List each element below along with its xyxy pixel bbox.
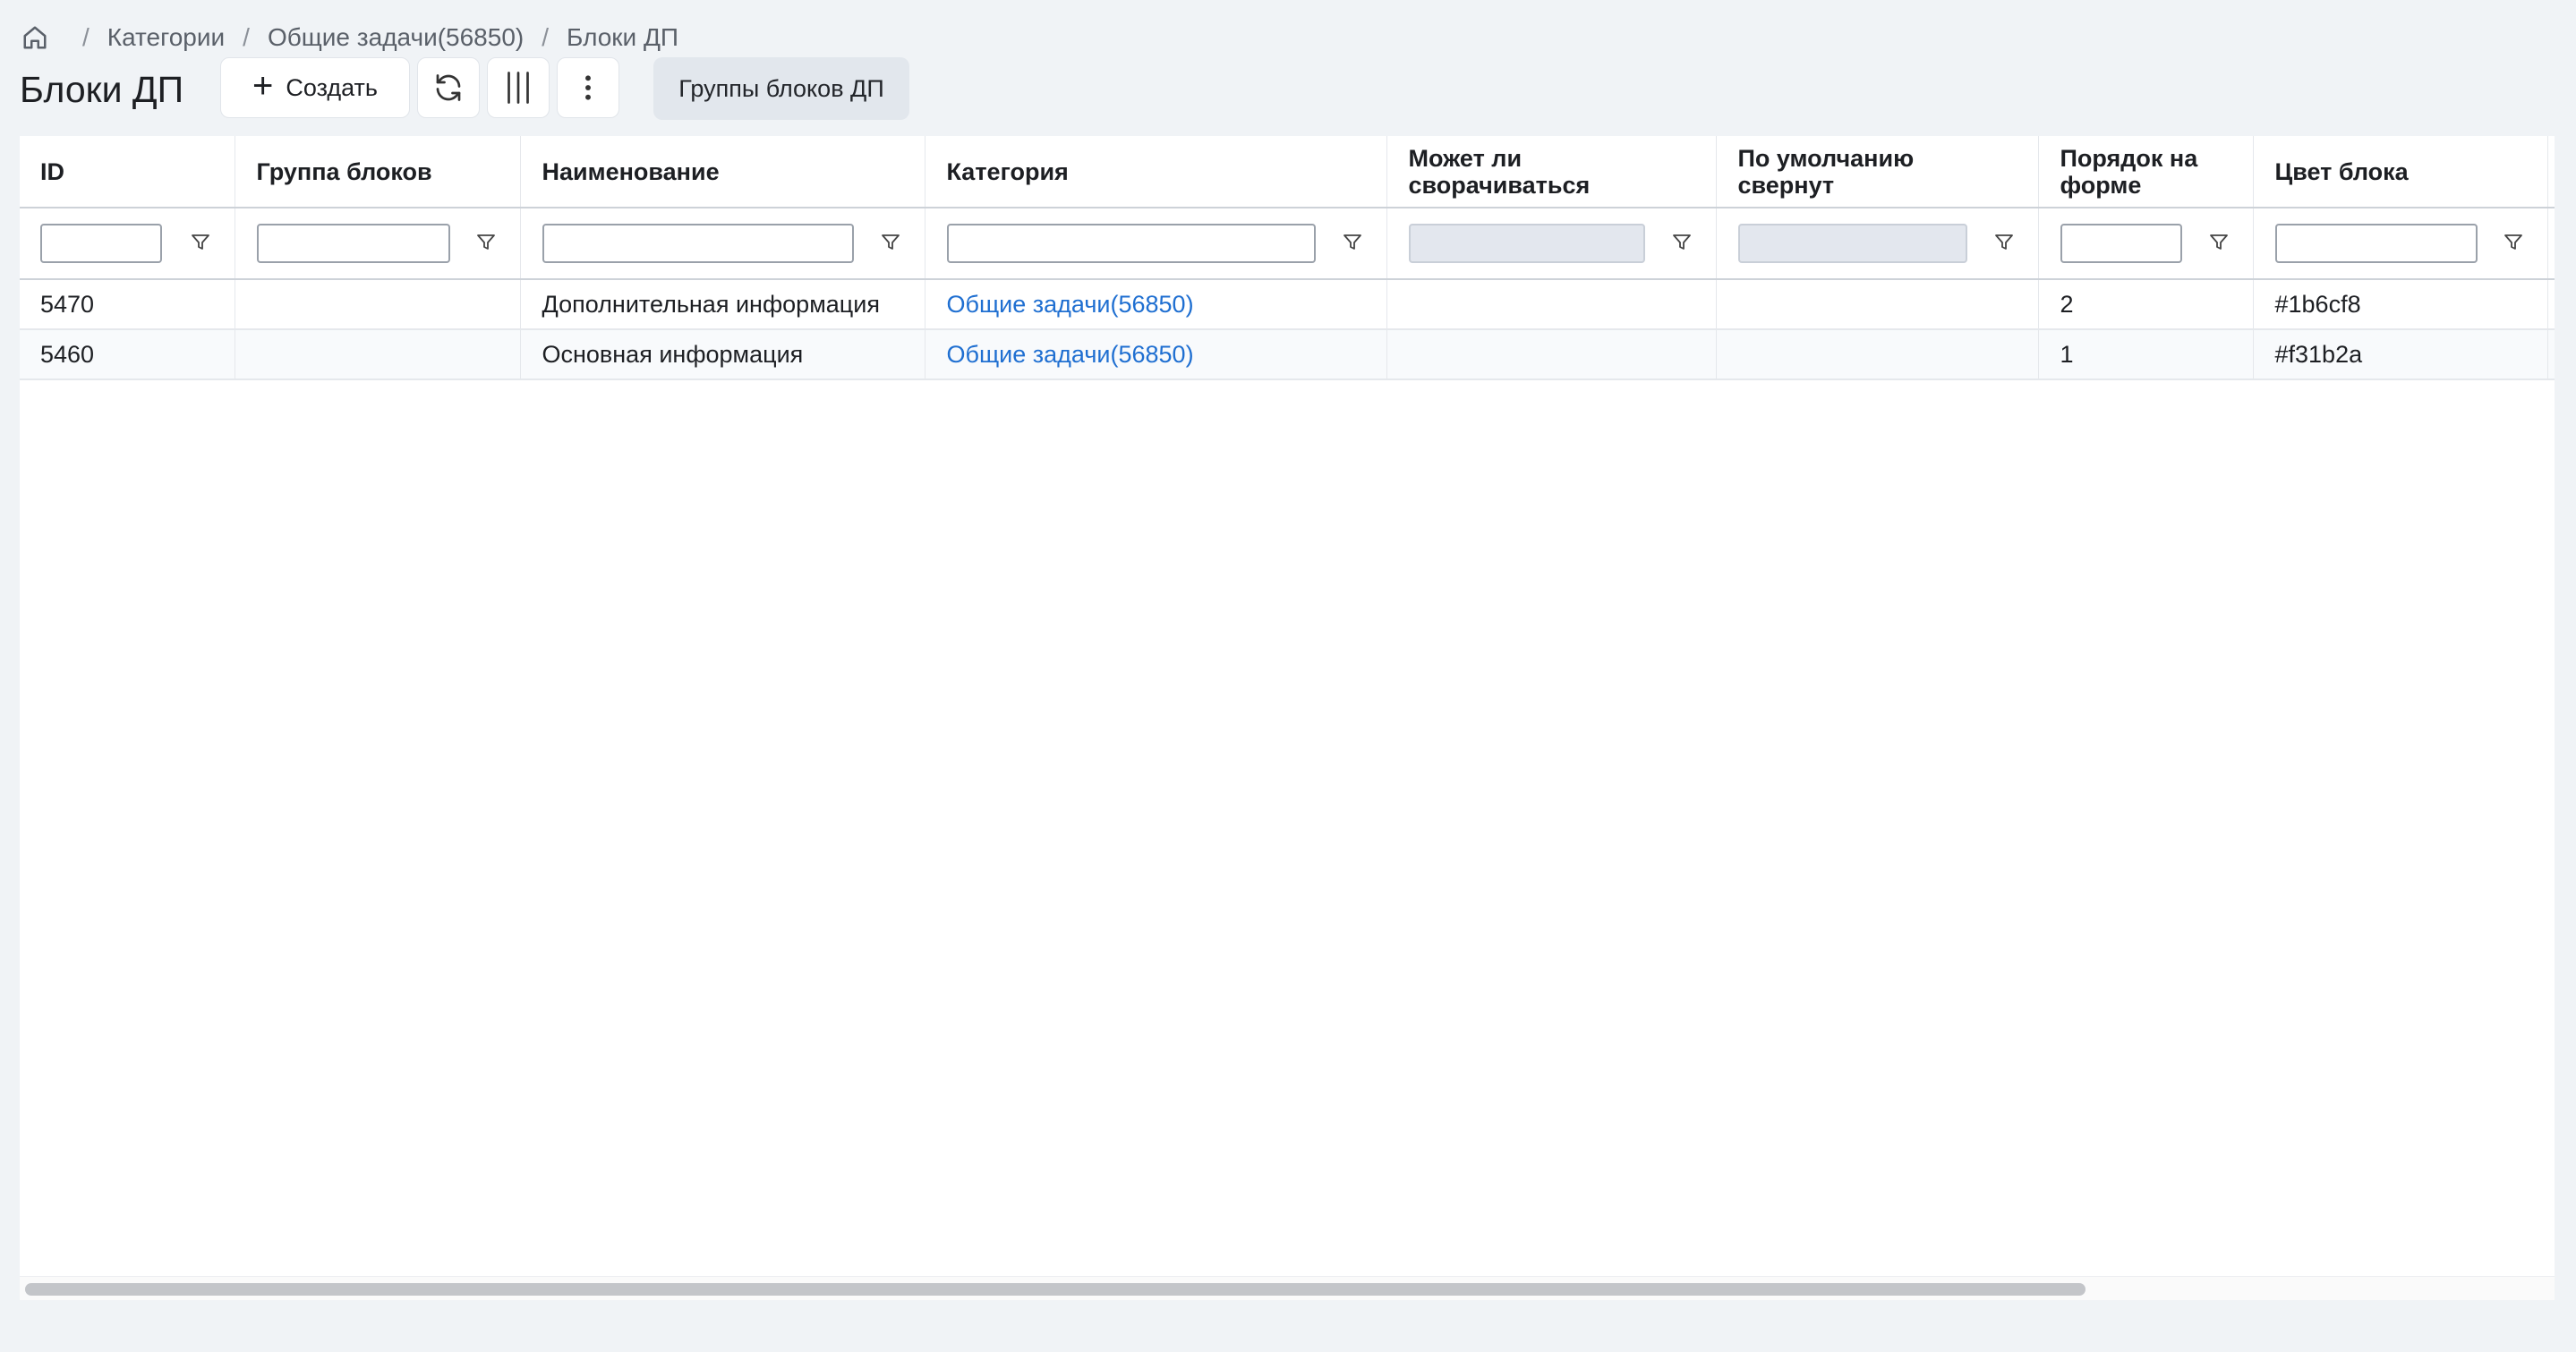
column-header-extra	[2547, 136, 2555, 208]
column-header-group[interactable]: Группа блоков	[235, 136, 521, 208]
home-icon[interactable]	[20, 22, 50, 53]
filter-input-group[interactable]	[256, 224, 450, 263]
cell-order: 1	[2038, 329, 2254, 379]
data-table: ID Группа блоков Наименование Категория …	[20, 136, 2555, 380]
filter-input-id[interactable]	[40, 224, 162, 263]
cell-group	[235, 329, 521, 379]
create-button-label: Создать	[286, 73, 378, 101]
table-panel: ID Группа блоков Наименование Категория …	[20, 136, 2555, 1299]
cell-order: 2	[2038, 279, 2254, 329]
category-link[interactable]: Общие задачи(56850)	[947, 291, 1194, 318]
scrollbar-thumb[interactable]	[25, 1283, 2086, 1296]
cell-name: Основная информация	[520, 329, 925, 379]
create-button[interactable]: + Создать	[220, 57, 410, 118]
cell-collapsible	[1386, 279, 1717, 329]
table-row[interactable]: 5460 Основная информация Общие задачи(56…	[20, 329, 2555, 379]
column-header-id[interactable]: ID	[20, 136, 235, 208]
filter-icon[interactable]	[880, 232, 903, 255]
filter-icon[interactable]	[190, 232, 213, 255]
page-title: Блоки ДП	[20, 69, 184, 110]
refresh-icon	[432, 72, 465, 104]
filter-input-order[interactable]	[2060, 224, 2182, 263]
filter-icon[interactable]	[2503, 232, 2526, 255]
horizontal-scrollbar[interactable]	[20, 1276, 2555, 1300]
column-header-category[interactable]: Категория	[925, 136, 1387, 208]
filter-select-collapsible[interactable]	[1408, 224, 1645, 263]
breadcrumb: / Категории / Общие задачи(56850) / Блок…	[20, 20, 678, 55]
cell-category: Общие задачи(56850)	[925, 279, 1387, 329]
table-header-row: ID Группа блоков Наименование Категория …	[20, 136, 2555, 208]
filter-input-color[interactable]	[2274, 224, 2478, 263]
cell-id: 5460	[20, 329, 235, 379]
cell-color: #1b6cf8	[2253, 279, 2548, 329]
cell-color: #f31b2a	[2253, 329, 2548, 379]
columns-icon	[502, 70, 534, 106]
column-header-collapsed[interactable]: По умолчанию свернут	[1716, 136, 2039, 208]
column-header-collapsible[interactable]: Может ли сворачиваться	[1386, 136, 1717, 208]
filter-input-category[interactable]	[946, 224, 1316, 263]
cell-id: 5470	[20, 279, 235, 329]
cell-collapsible	[1386, 329, 1717, 379]
columns-button[interactable]	[487, 57, 550, 118]
filter-icon[interactable]	[1671, 232, 1694, 255]
cell-collapsed	[1716, 279, 2039, 329]
cell-extra	[2547, 279, 2555, 329]
table-filter-row	[20, 208, 2555, 279]
filter-input-name[interactable]	[542, 224, 854, 263]
filter-cell-extra	[2547, 208, 2555, 279]
column-header-name[interactable]: Наименование	[520, 136, 925, 208]
breadcrumb-category[interactable]: Общие задачи(56850)	[268, 23, 524, 52]
breadcrumb-separator: /	[542, 23, 550, 51]
cell-name: Дополнительная информация	[520, 279, 925, 329]
breadcrumb-categories[interactable]: Категории	[107, 23, 225, 52]
toolbar: + Создать Группы блоков ДП	[220, 57, 909, 120]
column-header-order[interactable]: Порядок на форме	[2038, 136, 2254, 208]
filter-icon[interactable]	[1993, 232, 2017, 255]
cell-collapsed	[1716, 329, 2039, 379]
cell-group	[235, 279, 521, 329]
cell-category: Общие задачи(56850)	[925, 329, 1387, 379]
refresh-button[interactable]	[417, 57, 480, 118]
plus-icon: +	[252, 66, 274, 106]
filter-icon[interactable]	[1342, 232, 1365, 255]
table-row[interactable]: 5470 Дополнительная информация Общие зад…	[20, 279, 2555, 329]
cell-extra	[2547, 329, 2555, 379]
filter-select-collapsed[interactable]	[1737, 224, 1967, 263]
breadcrumb-current: Блоки ДП	[567, 23, 679, 51]
column-header-color[interactable]: Цвет блока	[2253, 136, 2548, 208]
more-button[interactable]	[557, 57, 619, 118]
breadcrumb-separator: /	[82, 23, 90, 51]
block-groups-button[interactable]: Группы блоков ДП	[653, 57, 909, 120]
filter-icon[interactable]	[475, 232, 499, 255]
more-vertical-icon	[583, 73, 593, 102]
category-link[interactable]: Общие задачи(56850)	[947, 341, 1194, 368]
filter-icon[interactable]	[2208, 232, 2231, 255]
breadcrumb-separator: /	[243, 23, 250, 51]
